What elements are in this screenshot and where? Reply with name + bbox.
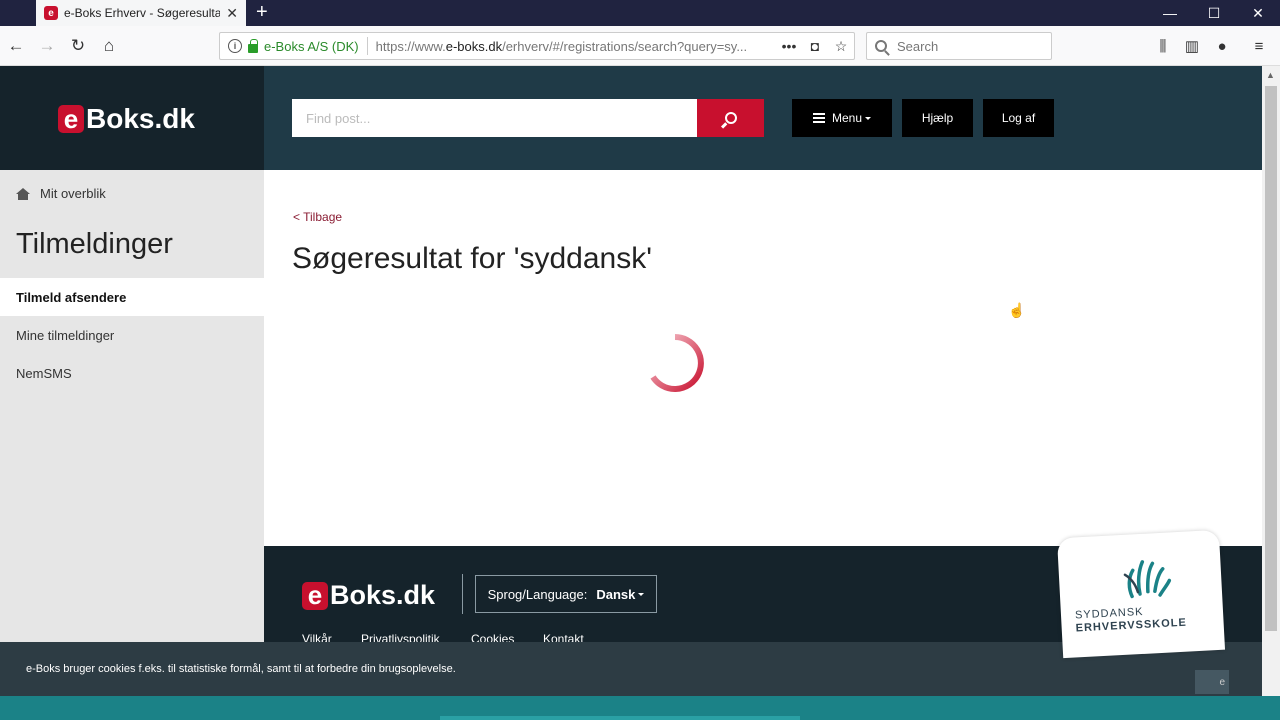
loading-spinner [650, 334, 704, 392]
new-tab-icon[interactable]: + [256, 1, 268, 23]
menu-label: Menu [831, 111, 863, 125]
caret-down-icon [638, 592, 645, 596]
language-label: Sprog/Language: [487, 586, 588, 602]
library-icon[interactable]: ⫼ [1152, 36, 1174, 56]
close-window-icon[interactable]: ✕ [1236, 0, 1280, 26]
url-bar[interactable]: i e-Boks A/S (DK) https://www.e-boks.dk/… [219, 32, 855, 60]
footer-logo-e-mark: e [302, 580, 328, 610]
language-selector[interactable]: Sprog/Language: Dansk [475, 575, 657, 613]
hand-cursor-icon: ☝ [1008, 302, 1026, 318]
find-post-input[interactable] [292, 99, 697, 137]
sidebar-item-mine-tilmeldinger[interactable]: Mine tilmeldinger [0, 316, 264, 354]
footer-divider [462, 574, 463, 614]
home-icon[interactable]: ⌂ [97, 34, 121, 58]
eboks-favicon-icon: e [44, 6, 58, 20]
school-logo-badge: SYDDANSK ERHVERVSSKOLE [1056, 529, 1226, 659]
tab-title: e-Boks Erhverv - Søgeresultat [64, 6, 221, 20]
site-identity[interactable]: e-Boks A/S (DK) [264, 39, 359, 54]
more-icon[interactable]: ••• [776, 38, 802, 54]
back-icon[interactable]: ← [4, 34, 28, 58]
lock-icon [248, 38, 258, 53]
sidebar: Mit overblik Tilmeldinger Tilmeld afsend… [0, 170, 264, 720]
url-domain: e-boks.dk [445, 38, 503, 54]
sidebar-item-tilmeld-afsendere[interactable]: Tilmeld afsendere [0, 278, 264, 316]
search-icon [875, 40, 887, 52]
header-logo-area: e Boks.dk [0, 66, 264, 170]
find-post-button[interactable] [697, 99, 764, 137]
browser-tab-bar: e e-Boks Erhverv - Søgeresultat ✕ + — ☐ … [0, 0, 1280, 26]
cookie-notice-text: e-Boks bruger cookies f.eks. til statist… [26, 663, 456, 675]
caret-down-icon [865, 116, 872, 120]
menu-button[interactable]: Menu [792, 99, 892, 137]
help-button[interactable]: Hjælp [902, 99, 973, 137]
forward-icon[interactable]: → [35, 34, 59, 58]
page-scrollbar[interactable]: ▲ [1262, 66, 1280, 696]
back-label: Tilbage [303, 210, 343, 224]
url-text[interactable]: https://www.e-boks.dk/erhverv/#/registra… [376, 39, 776, 54]
footer-eboks-logo[interactable]: e Boks.dk [302, 580, 435, 611]
browser-search-placeholder: Search [897, 38, 939, 54]
hamburger-icon [812, 113, 825, 123]
reload-icon[interactable]: ↻ [66, 34, 90, 58]
browser-search-input[interactable]: Search [866, 32, 1052, 60]
scrollbar-thumb[interactable] [1265, 86, 1277, 631]
logout-button[interactable]: Log af [983, 99, 1054, 137]
overview-label: Mit overblik [40, 186, 106, 201]
sidebar-icon[interactable]: ▥ [1181, 36, 1203, 56]
hand-logo-icon [1123, 560, 1172, 599]
back-link[interactable]: < Tilbage [293, 210, 342, 224]
browser-nav-bar: ← → ↻ ⌂ i e-Boks A/S (DK) https://www.e-… [0, 26, 1280, 66]
search-icon [724, 112, 737, 124]
browser-tab[interactable]: e e-Boks Erhverv - Søgeresultat ✕ [36, 0, 246, 26]
minimize-icon[interactable]: — [1148, 0, 1192, 26]
url-path: /erhverv/#/registrations/search?query=sy… [502, 38, 748, 54]
language-value: Dansk [596, 586, 636, 602]
close-tab-icon[interactable]: ✕ [226, 5, 238, 22]
menu-icon[interactable]: ≡ [1248, 36, 1270, 56]
info-icon[interactable]: i [228, 39, 242, 53]
url-separator [366, 37, 368, 55]
url-prefix: https://www. [375, 38, 446, 54]
sidebar-item-nemsms[interactable]: NemSMS [0, 354, 264, 392]
cookie-accept-button[interactable]: e [1195, 670, 1229, 694]
pocket-icon[interactable]: ◘ [802, 38, 828, 54]
bottom-brand-bar [0, 696, 1280, 720]
logo-e-mark: e [58, 104, 84, 134]
school-name: SYDDANSK ERHVERVSSKOLE [1075, 604, 1187, 636]
home-icon [16, 187, 30, 200]
maximize-icon[interactable]: ☐ [1192, 0, 1236, 26]
sidebar-title: Tilmeldinger [16, 228, 173, 260]
bottom-bar-highlight [440, 716, 800, 720]
bookmark-star-icon[interactable]: ☆ [828, 38, 854, 55]
overview-link[interactable]: Mit overblik [16, 186, 106, 201]
scroll-up-icon[interactable]: ▲ [1266, 70, 1275, 80]
extension-icon[interactable]: ● [1211, 36, 1233, 56]
logo-text: Boks.dk [86, 103, 195, 134]
page-title: Søgeresultat for 'syddansk' [292, 242, 652, 275]
footer-logo-text: Boks.dk [330, 580, 436, 610]
eboks-logo[interactable]: e Boks.dk [58, 103, 195, 135]
